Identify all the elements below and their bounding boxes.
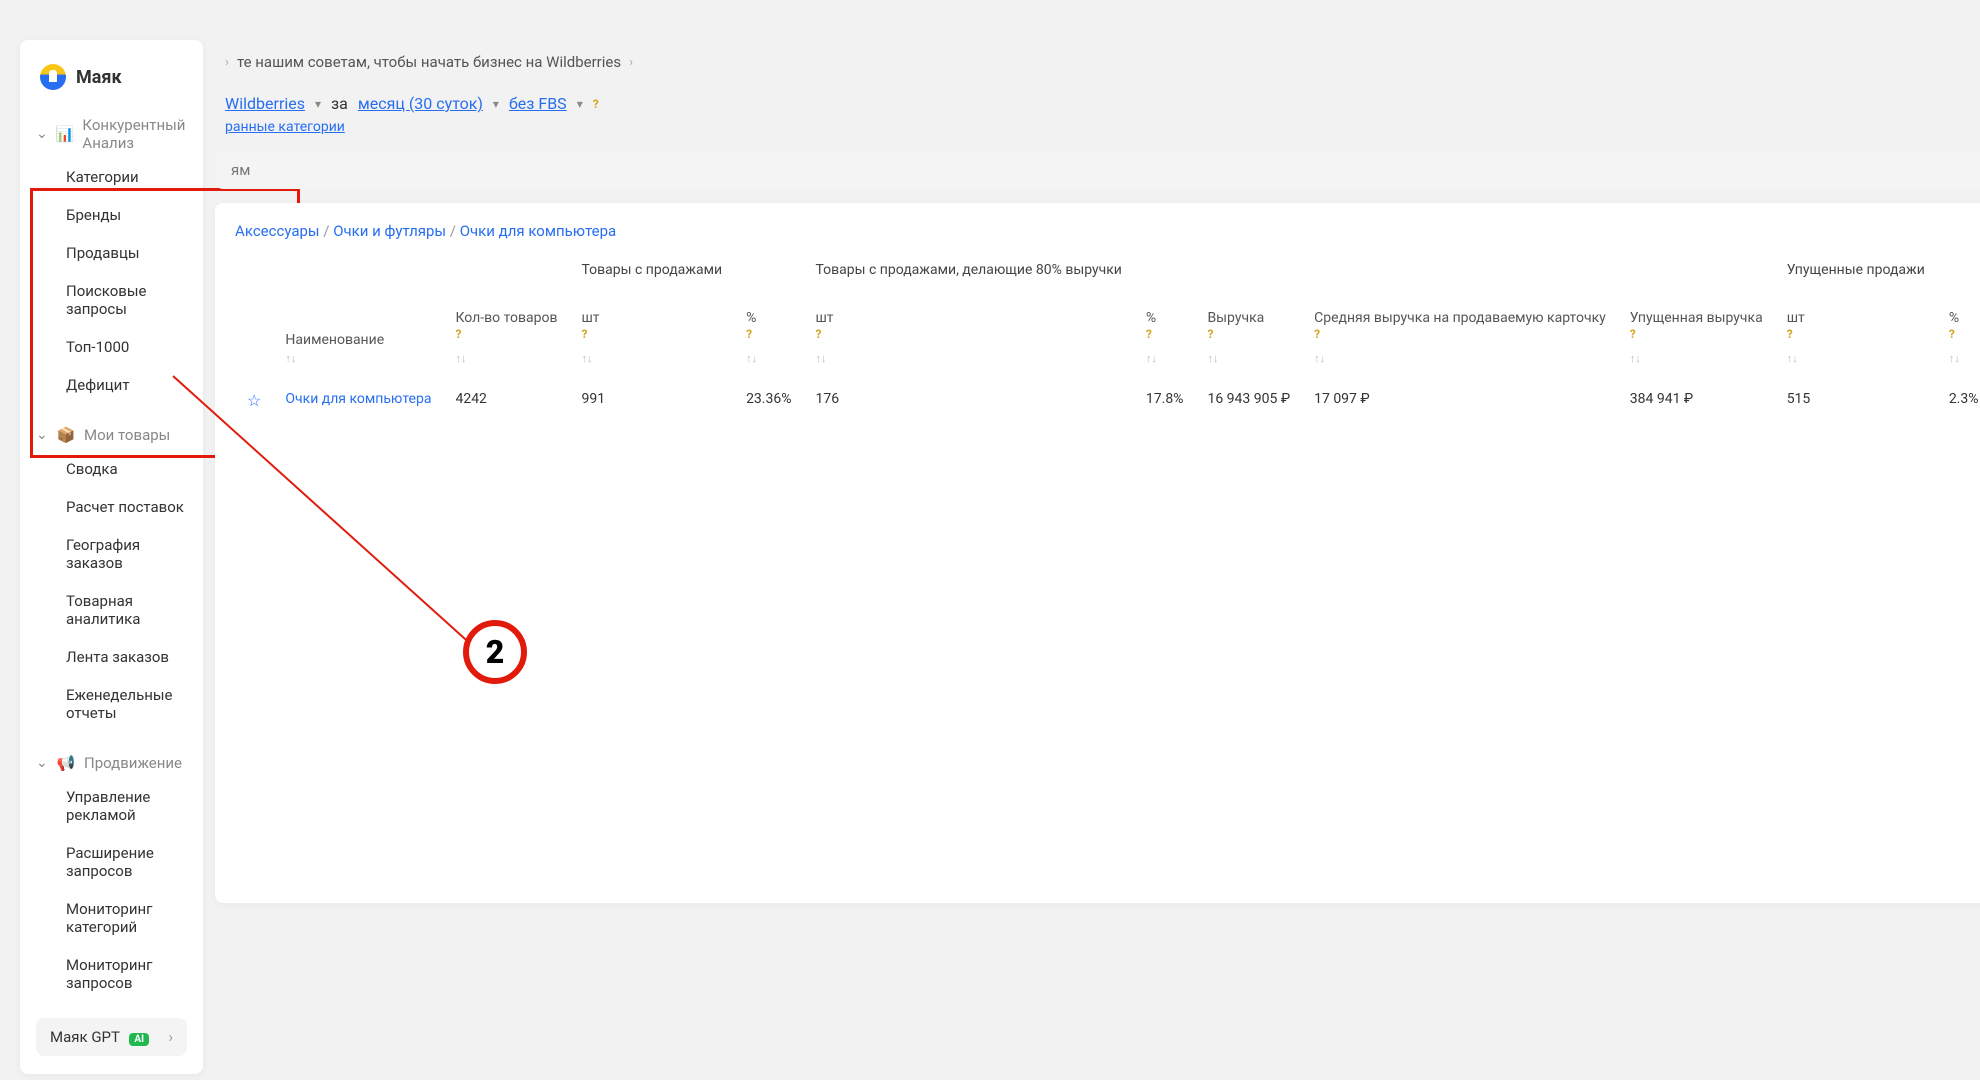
filter-period[interactable]: месяц (30 суток) [358,94,483,113]
cell-sales-pcs: 991 [569,377,734,424]
nav-item-brands[interactable]: Бренды [30,196,193,234]
chevron-right-icon: › [225,55,229,70]
cell-missed-rev: 384 941 ₽ [1618,377,1775,424]
cell-avg-rev: 17 097 ₽ [1302,377,1618,424]
cell-sales-pct: 23.36% [734,377,803,424]
filter-marketplace[interactable]: Wildberries [225,94,305,113]
cell-g80-pcs: 176 [803,377,1133,424]
breadcrumb-item[interactable]: Очки и футляры [333,222,446,240]
table-scroll[interactable]: Наименование↑↓ Кол-во товаров?↑↓ Товары … [235,255,1980,424]
chevron-down-icon: ▾ [577,97,583,111]
main-content: › те нашим советам, чтобы начать бизнес … [203,40,1980,1060]
col-qty[interactable]: Кол-во товаров [455,309,557,327]
chevron-down-icon: ⌄ [36,755,48,771]
breadcrumb: Аксессуары / Очки и футляры / Очки для к… [235,222,616,240]
chevron-down-icon: ▾ [315,97,321,111]
nav-item-summary[interactable]: Сводка [30,450,193,488]
breadcrumb-item[interactable]: Аксессуары [235,222,320,240]
cell-missed-pcs: 515 [1775,377,1937,424]
filter-bar: Wildberries ▾ за месяц (30 суток) ▾ без … [215,84,1980,113]
nav-head-label: Мои товары [84,426,170,444]
breadcrumb-item[interactable]: Очки для компьютера [460,222,617,240]
nav-group-analysis: ⌄ 📊 Конкурентный Анализ Категории Бренды… [30,110,193,404]
tip-strip[interactable]: › те нашим советам, чтобы начать бизнес … [225,53,633,71]
category-table: Наименование↑↓ Кол-во товаров?↑↓ Товары … [235,255,1980,424]
nav-item-top1000[interactable]: Топ-1000 [30,328,193,366]
nav-item-supply-calc[interactable]: Расчет поставок [30,488,193,526]
ai-badge: AI [129,1033,149,1046]
nav-item-weekly-reports[interactable]: Еженедельные отчеты [30,676,193,732]
nav-item-orders-feed[interactable]: Лента заказов [30,638,193,676]
nav-item-categories[interactable]: Категории [30,158,193,196]
gpt-button[interactable]: Маяк GPT AI › [36,1018,187,1056]
col-pcs[interactable]: шт [1787,309,1925,327]
table-row: ☆ Очки для компьютера 4242 991 23.36% 17… [235,377,1980,424]
cell-qty: 4242 [443,377,569,424]
brand-name: Маяк [76,67,122,88]
col-pct[interactable]: % [746,309,791,327]
gpt-label: Маяк GPT [50,1028,120,1046]
colgrp-sales: Товары с продажами [581,261,722,279]
cell-missed-pct: 2.3% [1937,377,1980,424]
filter-fbs[interactable]: без FBS [509,94,567,113]
chevron-right-icon: › [629,55,633,70]
subtabs-strip[interactable]: ям [215,151,1980,189]
col-name[interactable]: Наименование [285,331,431,349]
nav-head-label: Конкурентный Анализ [82,116,187,152]
col-missed-rev[interactable]: Упущенная выручка [1630,309,1763,327]
col-pcs[interactable]: шт [581,309,722,327]
box-icon: 📦 [56,426,76,444]
favorites-link[interactable]: ранные категории [225,119,345,135]
favorite-star-icon[interactable]: ☆ [247,391,261,410]
filter-period-prefix: за [331,94,348,113]
col-pcs[interactable]: шт [815,309,1121,327]
nav-group-mygoods: ⌄ 📦 Мои товары Сводка Расчет поставок Ге… [30,420,193,732]
nav-item-ads-manage[interactable]: Управление рекламой [30,778,193,834]
colgrp-80: Товары с продажами, делающие 80% выручки [815,261,1121,279]
nav-item-deficit[interactable]: Дефицит [30,366,193,404]
nav-item-sellers[interactable]: Продавцы [30,234,193,272]
row-name-link[interactable]: Очки для компьютера [285,391,431,407]
nav-head-label: Продвижение [84,754,182,772]
nav-item-geo-orders[interactable]: География заказов [30,526,193,582]
logo[interactable]: Маяк [30,58,193,110]
chevron-down-icon: ▾ [493,97,499,111]
col-revenue[interactable]: Выручка [1207,309,1290,327]
nav-item-cat-monitor[interactable]: Мониторинг категорий [30,890,193,946]
nav-head-analysis[interactable]: ⌄ 📊 Конкурентный Анализ [30,110,193,158]
help-tooltip-icon[interactable]: ? [593,97,599,111]
megaphone-icon: 📢 [56,754,76,772]
chevron-down-icon: ⌄ [36,126,48,142]
nav-group-promotion: ⌄ 📢 Продвижение Управление рекламой Расш… [30,748,193,1002]
data-panel: Аксессуары / Очки и футляры / Очки для к… [215,203,1980,903]
nav-head-promotion[interactable]: ⌄ 📢 Продвижение [30,748,193,778]
logo-icon [40,64,66,90]
chart-icon: 📊 [56,125,75,143]
cell-revenue: 16 943 905 ₽ [1195,377,1302,424]
col-avg-rev[interactable]: Средняя выручка на продаваемую карточку [1314,309,1606,327]
sidebar: Маяк ⌄ 📊 Конкурентный Анализ Категории Б… [20,40,203,1074]
col-pct[interactable]: % [1146,309,1184,327]
nav-head-mygoods[interactable]: ⌄ 📦 Мои товары [30,420,193,450]
chevron-down-icon: ⌄ [36,427,48,443]
topbar: › те нашим советам, чтобы начать бизнес … [215,40,1980,84]
nav-item-search-queries[interactable]: Поисковые запросы [30,272,193,328]
chevron-right-icon: › [169,1028,174,1046]
tip-text: те нашим советам, чтобы начать бизнес на… [237,53,621,71]
colgrp-missed: Упущенные продажи [1787,261,1925,279]
nav-item-query-expand[interactable]: Расширение запросов [30,834,193,890]
favorites-link-row: ранные категории [215,113,1980,151]
cell-g80-pct: 17.8% [1134,377,1196,424]
nav-item-query-monitor[interactable]: Мониторинг запросов [30,946,193,1002]
nav-item-product-analytics[interactable]: Товарная аналитика [30,582,193,638]
col-pct[interactable]: % [1949,309,1979,327]
